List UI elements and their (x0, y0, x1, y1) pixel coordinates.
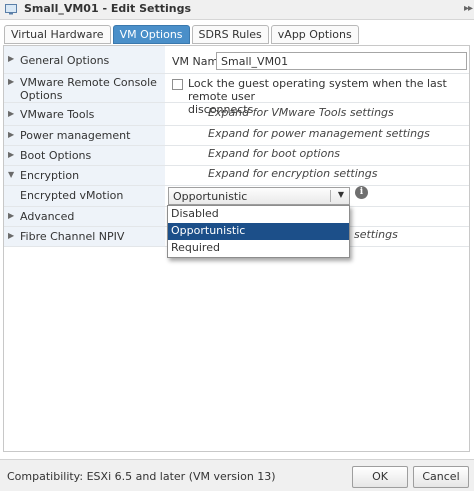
lock-guest-os-checkbox[interactable] (172, 79, 183, 90)
row-remote-console-options: ▶ VMware Remote Console Options Lock the… (4, 74, 469, 116)
tab-sdrs-rules[interactable]: SDRS Rules (191, 25, 269, 44)
expand-arrow-icon: ▶ (8, 77, 15, 86)
expand-arrow-icon: ▶ (8, 54, 15, 63)
encrypted-vmotion-selected: Opportunistic (173, 190, 248, 203)
tab-vm-options[interactable]: VM Options (112, 25, 190, 44)
expand-arrow-icon: ▶ (8, 231, 15, 240)
dropdown-option-disabled[interactable]: Disabled (168, 206, 349, 223)
compatibility-text: Compatibility: ESXi 6.5 and later (VM ve… (7, 470, 276, 483)
tab-virtual-hardware[interactable]: Virtual Hardware (4, 25, 111, 44)
collapse-arrow-icon: ▼ (8, 170, 15, 179)
ok-button[interactable]: OK (352, 466, 408, 488)
encryption-hint: Expand for encryption settings (208, 167, 378, 180)
tab-bar: Virtual Hardware VM Options SDRS Rules v… (4, 25, 359, 44)
dropdown-option-required[interactable]: Required (168, 240, 349, 257)
info-icon[interactable]: i (355, 186, 368, 199)
dropdown-caret-icon: ▼ (337, 190, 344, 199)
window-title: Small_VM01 - Edit Settings (24, 2, 192, 15)
vmware-tools-hint: Expand for VMware Tools settings (208, 106, 394, 119)
dropdown-option-opportunistic[interactable]: Opportunistic (168, 223, 349, 240)
expand-arrow-icon: ▶ (8, 211, 15, 220)
tab-vapp-options[interactable]: vApp Options (270, 25, 359, 44)
row-general-options: ▶ General Options VM Name: (4, 46, 469, 74)
dialog-footer: Compatibility: ESXi 6.5 and later (VM ve… (0, 459, 474, 491)
boot-options-hint: Expand for boot options (208, 147, 341, 160)
vm-icon (5, 4, 17, 15)
expand-arrow-icon: ▶ (8, 150, 15, 159)
row-encryption: ▼ Encryption Expand for encryption setti… (4, 166, 469, 186)
window-titlebar: Small_VM01 - Edit Settings ▸▸ (0, 0, 474, 20)
expand-icon[interactable]: ▸▸ (464, 3, 473, 14)
fibre-channel-hint: settings (354, 228, 398, 241)
vm-name-input[interactable] (216, 52, 467, 70)
row-vmware-tools: ▶ VMware Tools Expand for VMware Tools s… (4, 103, 469, 126)
expand-arrow-icon: ▶ (8, 109, 15, 118)
encrypted-vmotion-select[interactable]: Opportunistic ▼ (168, 187, 350, 205)
power-management-hint: Expand for power management settings (208, 127, 430, 140)
cancel-button[interactable]: Cancel (413, 466, 469, 488)
expand-arrow-icon: ▶ (8, 130, 15, 139)
encrypted-vmotion-dropdown: Disabled Opportunistic Required (167, 205, 350, 258)
row-boot-options: ▶ Boot Options Expand for boot options (4, 146, 469, 166)
row-power-management: ▶ Power management Expand for power mana… (4, 126, 469, 146)
